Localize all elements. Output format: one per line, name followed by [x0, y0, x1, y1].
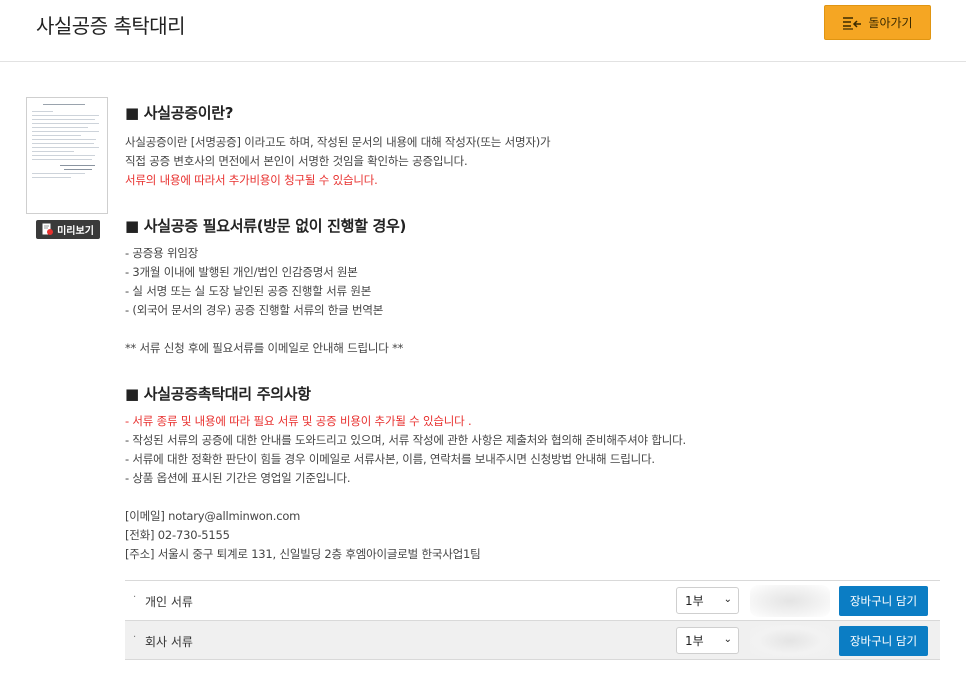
- section-text: 직접 공증 변호사의 면전에서 본인이 서명한 것임을 확인하는 공증입니다.: [125, 154, 468, 168]
- warning-text: 서류의 내용에 따라서 추가비용이 청구될 수 있습니다.: [125, 173, 378, 187]
- list-back-icon: [843, 16, 862, 30]
- caution-item: - 서류에 대한 정확한 판단이 힘들 경우 이메일로 서류사본, 이름, 연락…: [125, 452, 655, 466]
- back-button-label: 돌아가기: [868, 16, 913, 30]
- quantity-value: 1부: [685, 594, 704, 608]
- option-label: 회사 서류: [145, 635, 193, 649]
- bullet-icon: ·: [133, 592, 137, 603]
- warning-text: - 서류 종류 및 내용에 따라 필요 서류 및 공증 비용이 추가될 수 있습…: [125, 414, 472, 428]
- back-button[interactable]: 돌아가기: [824, 5, 931, 40]
- option-label: 개인 서류: [145, 595, 193, 609]
- preview-button-label: 미리보기: [57, 226, 94, 237]
- page-title: 사실공증 촉탁대리: [36, 14, 186, 38]
- section-title-what-is: ■ 사실공증이란?: [125, 104, 234, 122]
- quantity-select[interactable]: 1부 ⌄: [676, 587, 739, 614]
- required-doc-item: - 공증용 위임장: [125, 246, 199, 260]
- caution-item: - 상품 옵션에 표시된 기간은 영업일 기준입니다.: [125, 471, 351, 485]
- caution-item: - 작성된 서류의 공증에 대한 안내를 도와드리고 있으며, 서류 작성에 관…: [125, 433, 686, 447]
- quantity-select[interactable]: 1부 ⌄: [676, 627, 739, 654]
- bullet-icon: ·: [133, 632, 137, 643]
- option-row-personal: · 개인 서류 1부 ⌄ 장바구니 담기: [125, 580, 940, 620]
- contact-phone: [전화] 02-730-5155: [125, 528, 230, 542]
- section-text: 사실공증이란 [서명공증] 이라고도 하며, 작성된 문서의 내용에 대해 작성…: [125, 135, 551, 149]
- section-title-required-docs: ■ 사실공증 필요서류(방문 없이 진행할 경우): [125, 217, 407, 235]
- document-thumbnail[interactable]: [26, 97, 108, 214]
- contact-email: [이메일] notary@allminwon.com: [125, 509, 301, 523]
- section-title-cautions: ■ 사실공증촉탁대리 주의사항: [125, 385, 311, 403]
- required-doc-item: - (외국어 문서의 경우) 공증 진행할 서류의 한글 번역본: [125, 303, 384, 317]
- document-preview-icon: [42, 223, 54, 235]
- option-row-company: · 회사 서류 1부 ⌄ 장바구니 담기: [125, 620, 940, 660]
- add-to-cart-button[interactable]: 장바구니 담기: [839, 586, 928, 616]
- chevron-down-icon: ⌄: [723, 634, 732, 645]
- preview-button[interactable]: 미리보기: [36, 220, 100, 239]
- add-to-cart-button[interactable]: 장바구니 담기: [839, 626, 928, 656]
- contact-address: [주소] 서울시 중구 퇴계로 131, 신일빌딩 2층 후엠아이글로벌 한국사…: [125, 547, 481, 561]
- email-guide-note: ** 서류 신청 후에 필요서류를 이메일로 안내해 드립니다 **: [125, 341, 404, 355]
- quantity-value: 1부: [685, 634, 704, 648]
- chevron-down-icon: ⌄: [723, 594, 732, 605]
- price-blurred: [750, 625, 830, 657]
- price-blurred: [750, 585, 830, 617]
- required-doc-item: - 3개월 이내에 발행된 개인/법인 인감증명서 원본: [125, 265, 358, 279]
- required-doc-item: - 실 서명 또는 실 도장 날인된 공증 진행할 서류 원본: [125, 284, 372, 298]
- page-header: 사실공증 촉탁대리 돌아가기: [0, 0, 966, 62]
